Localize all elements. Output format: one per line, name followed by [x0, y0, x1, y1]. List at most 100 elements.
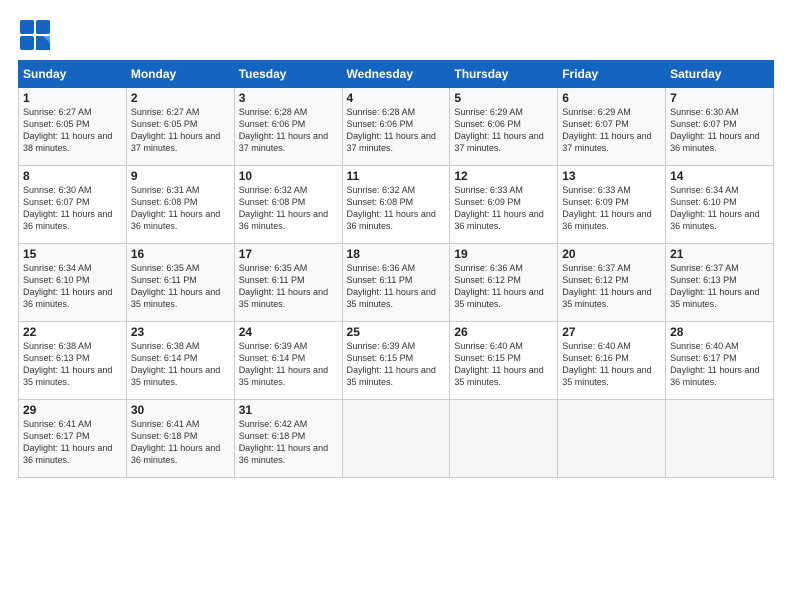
calendar-cell: 1Sunrise: 6:27 AMSunset: 6:05 PMDaylight…: [19, 88, 127, 166]
calendar-cell: 31Sunrise: 6:42 AMSunset: 6:18 PMDayligh…: [234, 400, 342, 478]
day-number: 18: [347, 247, 446, 261]
day-content: Sunrise: 6:29 AMSunset: 6:06 PMDaylight:…: [454, 106, 553, 155]
calendar-cell: 10Sunrise: 6:32 AMSunset: 6:08 PMDayligh…: [234, 166, 342, 244]
day-number: 19: [454, 247, 553, 261]
calendar-cell: 8Sunrise: 6:30 AMSunset: 6:07 PMDaylight…: [19, 166, 127, 244]
calendar-week-row: 8Sunrise: 6:30 AMSunset: 6:07 PMDaylight…: [19, 166, 774, 244]
calendar-cell: [342, 400, 450, 478]
calendar-cell: 18Sunrise: 6:36 AMSunset: 6:11 PMDayligh…: [342, 244, 450, 322]
calendar-cell: 4Sunrise: 6:28 AMSunset: 6:06 PMDaylight…: [342, 88, 450, 166]
day-number: 24: [239, 325, 338, 339]
day-number: 11: [347, 169, 446, 183]
calendar-cell: 30Sunrise: 6:41 AMSunset: 6:18 PMDayligh…: [126, 400, 234, 478]
day-content: Sunrise: 6:27 AMSunset: 6:05 PMDaylight:…: [131, 106, 230, 155]
day-content: Sunrise: 6:28 AMSunset: 6:06 PMDaylight:…: [239, 106, 338, 155]
calendar-cell: 22Sunrise: 6:38 AMSunset: 6:13 PMDayligh…: [19, 322, 127, 400]
day-number: 8: [23, 169, 122, 183]
calendar-week-row: 1Sunrise: 6:27 AMSunset: 6:05 PMDaylight…: [19, 88, 774, 166]
day-number: 13: [562, 169, 661, 183]
calendar-cell: 3Sunrise: 6:28 AMSunset: 6:06 PMDaylight…: [234, 88, 342, 166]
calendar-cell: 15Sunrise: 6:34 AMSunset: 6:10 PMDayligh…: [19, 244, 127, 322]
calendar-cell: 27Sunrise: 6:40 AMSunset: 6:16 PMDayligh…: [558, 322, 666, 400]
calendar-cell: 29Sunrise: 6:41 AMSunset: 6:17 PMDayligh…: [19, 400, 127, 478]
day-content: Sunrise: 6:41 AMSunset: 6:17 PMDaylight:…: [23, 418, 122, 467]
day-number: 5: [454, 91, 553, 105]
day-number: 12: [454, 169, 553, 183]
weekday-header: Sunday: [19, 61, 127, 88]
day-content: Sunrise: 6:36 AMSunset: 6:12 PMDaylight:…: [454, 262, 553, 311]
day-number: 23: [131, 325, 230, 339]
day-number: 2: [131, 91, 230, 105]
day-number: 16: [131, 247, 230, 261]
day-content: Sunrise: 6:40 AMSunset: 6:16 PMDaylight:…: [562, 340, 661, 389]
calendar-cell: [450, 400, 558, 478]
day-content: Sunrise: 6:34 AMSunset: 6:10 PMDaylight:…: [670, 184, 769, 233]
day-content: Sunrise: 6:41 AMSunset: 6:18 PMDaylight:…: [131, 418, 230, 467]
calendar-cell: 20Sunrise: 6:37 AMSunset: 6:12 PMDayligh…: [558, 244, 666, 322]
calendar-cell: 9Sunrise: 6:31 AMSunset: 6:08 PMDaylight…: [126, 166, 234, 244]
day-content: Sunrise: 6:30 AMSunset: 6:07 PMDaylight:…: [23, 184, 122, 233]
day-number: 27: [562, 325, 661, 339]
day-content: Sunrise: 6:33 AMSunset: 6:09 PMDaylight:…: [562, 184, 661, 233]
day-content: Sunrise: 6:35 AMSunset: 6:11 PMDaylight:…: [131, 262, 230, 311]
day-content: Sunrise: 6:39 AMSunset: 6:15 PMDaylight:…: [347, 340, 446, 389]
logo-icon: [18, 18, 52, 52]
day-number: 21: [670, 247, 769, 261]
calendar-cell: 5Sunrise: 6:29 AMSunset: 6:06 PMDaylight…: [450, 88, 558, 166]
calendar-cell: 19Sunrise: 6:36 AMSunset: 6:12 PMDayligh…: [450, 244, 558, 322]
calendar-cell: [666, 400, 774, 478]
day-content: Sunrise: 6:32 AMSunset: 6:08 PMDaylight:…: [347, 184, 446, 233]
day-number: 1: [23, 91, 122, 105]
day-content: Sunrise: 6:32 AMSunset: 6:08 PMDaylight:…: [239, 184, 338, 233]
calendar-cell: 24Sunrise: 6:39 AMSunset: 6:14 PMDayligh…: [234, 322, 342, 400]
weekday-header: Thursday: [450, 61, 558, 88]
day-number: 9: [131, 169, 230, 183]
day-number: 26: [454, 325, 553, 339]
day-number: 15: [23, 247, 122, 261]
day-content: Sunrise: 6:37 AMSunset: 6:12 PMDaylight:…: [562, 262, 661, 311]
day-content: Sunrise: 6:30 AMSunset: 6:07 PMDaylight:…: [670, 106, 769, 155]
calendar-cell: [558, 400, 666, 478]
calendar-cell: 13Sunrise: 6:33 AMSunset: 6:09 PMDayligh…: [558, 166, 666, 244]
weekday-header: Wednesday: [342, 61, 450, 88]
calendar-cell: 25Sunrise: 6:39 AMSunset: 6:15 PMDayligh…: [342, 322, 450, 400]
calendar-cell: 21Sunrise: 6:37 AMSunset: 6:13 PMDayligh…: [666, 244, 774, 322]
day-number: 6: [562, 91, 661, 105]
day-content: Sunrise: 6:40 AMSunset: 6:15 PMDaylight:…: [454, 340, 553, 389]
day-content: Sunrise: 6:27 AMSunset: 6:05 PMDaylight:…: [23, 106, 122, 155]
day-content: Sunrise: 6:40 AMSunset: 6:17 PMDaylight:…: [670, 340, 769, 389]
day-content: Sunrise: 6:42 AMSunset: 6:18 PMDaylight:…: [239, 418, 338, 467]
day-number: 20: [562, 247, 661, 261]
day-content: Sunrise: 6:38 AMSunset: 6:14 PMDaylight:…: [131, 340, 230, 389]
day-content: Sunrise: 6:34 AMSunset: 6:10 PMDaylight:…: [23, 262, 122, 311]
logo: [18, 18, 56, 52]
header: [18, 18, 774, 52]
day-content: Sunrise: 6:33 AMSunset: 6:09 PMDaylight:…: [454, 184, 553, 233]
day-content: Sunrise: 6:37 AMSunset: 6:13 PMDaylight:…: [670, 262, 769, 311]
day-number: 17: [239, 247, 338, 261]
day-content: Sunrise: 6:36 AMSunset: 6:11 PMDaylight:…: [347, 262, 446, 311]
day-number: 29: [23, 403, 122, 417]
calendar-cell: 28Sunrise: 6:40 AMSunset: 6:17 PMDayligh…: [666, 322, 774, 400]
calendar-cell: 12Sunrise: 6:33 AMSunset: 6:09 PMDayligh…: [450, 166, 558, 244]
calendar-cell: 11Sunrise: 6:32 AMSunset: 6:08 PMDayligh…: [342, 166, 450, 244]
weekday-header: Saturday: [666, 61, 774, 88]
day-number: 4: [347, 91, 446, 105]
calendar-cell: 7Sunrise: 6:30 AMSunset: 6:07 PMDaylight…: [666, 88, 774, 166]
calendar-week-row: 15Sunrise: 6:34 AMSunset: 6:10 PMDayligh…: [19, 244, 774, 322]
day-number: 28: [670, 325, 769, 339]
day-content: Sunrise: 6:29 AMSunset: 6:07 PMDaylight:…: [562, 106, 661, 155]
day-number: 10: [239, 169, 338, 183]
day-number: 31: [239, 403, 338, 417]
calendar-week-row: 29Sunrise: 6:41 AMSunset: 6:17 PMDayligh…: [19, 400, 774, 478]
weekday-header: Monday: [126, 61, 234, 88]
day-content: Sunrise: 6:31 AMSunset: 6:08 PMDaylight:…: [131, 184, 230, 233]
calendar-cell: 17Sunrise: 6:35 AMSunset: 6:11 PMDayligh…: [234, 244, 342, 322]
calendar-cell: 6Sunrise: 6:29 AMSunset: 6:07 PMDaylight…: [558, 88, 666, 166]
calendar-week-row: 22Sunrise: 6:38 AMSunset: 6:13 PMDayligh…: [19, 322, 774, 400]
calendar-cell: 14Sunrise: 6:34 AMSunset: 6:10 PMDayligh…: [666, 166, 774, 244]
calendar-cell: 2Sunrise: 6:27 AMSunset: 6:05 PMDaylight…: [126, 88, 234, 166]
day-content: Sunrise: 6:39 AMSunset: 6:14 PMDaylight:…: [239, 340, 338, 389]
calendar-table: SundayMondayTuesdayWednesdayThursdayFrid…: [18, 60, 774, 478]
calendar-cell: 26Sunrise: 6:40 AMSunset: 6:15 PMDayligh…: [450, 322, 558, 400]
